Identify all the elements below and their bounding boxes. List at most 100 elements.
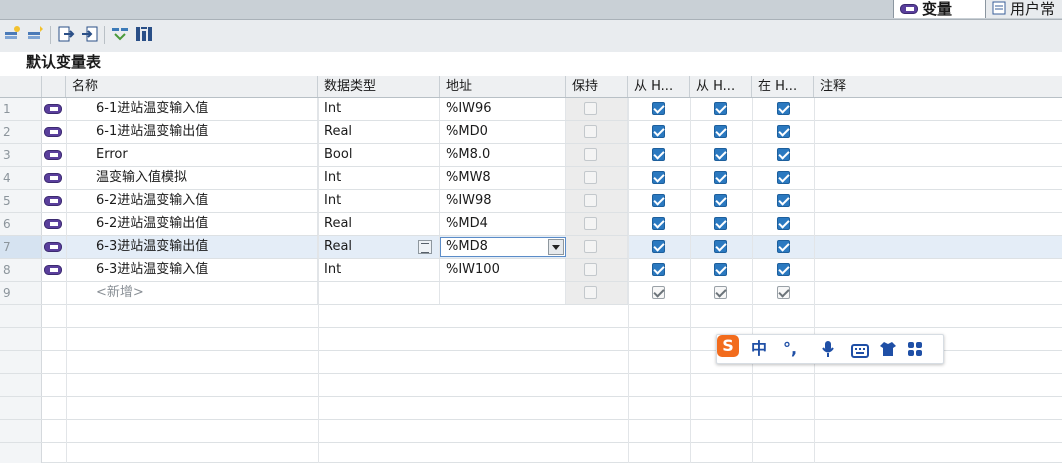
tag-address[interactable]: %MD4 [440, 213, 566, 235]
monitor-icon[interactable] [110, 24, 130, 44]
writable-from-hmi-checkbox[interactable] [714, 171, 727, 184]
tag-name[interactable]: 6-1进站温变输出值 [90, 121, 318, 143]
tag-datatype[interactable]: Int [318, 190, 440, 212]
accessible-from-hmi-checkbox[interactable] [652, 171, 665, 184]
writable-from-hmi-checkbox[interactable] [714, 263, 727, 276]
retain-checkbox[interactable] [584, 125, 597, 138]
tag-address[interactable]: %M8.0 [440, 144, 566, 166]
writable-from-hmi-checkbox[interactable] [714, 286, 727, 299]
tag-address[interactable]: %IW100 [440, 259, 566, 281]
retain-checkbox[interactable] [584, 194, 597, 207]
column-header-accessible-from-hmi[interactable]: 从 H... [628, 76, 690, 97]
accessible-from-hmi-checkbox[interactable] [652, 125, 665, 138]
tag-name[interactable]: 6-2进站温变输出值 [90, 213, 318, 235]
column-header-visible-in-hmi[interactable]: 在 H... [752, 76, 814, 97]
retain-checkbox[interactable] [584, 286, 597, 299]
visible-in-hmi-checkbox[interactable] [777, 217, 790, 230]
tag-datatype[interactable]: Int [318, 98, 440, 120]
ime-logo-icon[interactable]: S [717, 335, 739, 357]
visible-in-hmi-checkbox[interactable] [777, 102, 790, 115]
accessible-from-hmi-checkbox[interactable] [652, 194, 665, 207]
datatype-picker-button[interactable] [418, 240, 432, 254]
tag-datatype[interactable]: Int [318, 259, 440, 281]
tag-comment[interactable] [814, 98, 1062, 120]
tag-comment[interactable] [814, 259, 1062, 281]
column-header-datatype[interactable]: 数据类型 [318, 76, 440, 97]
retain-checkbox[interactable] [584, 240, 597, 253]
tag-name[interactable]: 6-1进站温变输入值 [90, 98, 318, 120]
tag-address[interactable] [440, 282, 566, 304]
table-row[interactable]: 8 6-3进站温变输入值 Int %IW100 [0, 259, 1062, 282]
tag-comment[interactable] [814, 167, 1062, 189]
accessible-from-hmi-checkbox[interactable] [652, 263, 665, 276]
tag-name[interactable]: 6-2进站温变输入值 [90, 190, 318, 212]
column-header-retain[interactable]: 保持 [566, 76, 628, 97]
address-edit-value[interactable]: %MD8 [446, 238, 488, 256]
writable-from-hmi-checkbox[interactable] [714, 194, 727, 207]
settings-icon[interactable] [134, 24, 154, 44]
tag-name[interactable]: 6-3进站温变输入值 [90, 259, 318, 281]
tag-datatype[interactable]: Int [318, 167, 440, 189]
visible-in-hmi-checkbox[interactable] [777, 171, 790, 184]
visible-in-hmi-checkbox[interactable] [777, 148, 790, 161]
writable-from-hmi-checkbox[interactable] [714, 217, 727, 230]
tag-address[interactable]: %IW98 [440, 190, 566, 212]
add-row-icon[interactable] [3, 24, 23, 44]
writable-from-hmi-checkbox[interactable] [714, 240, 727, 253]
tag-name[interactable]: 6-3进站温变输出值 [90, 236, 318, 258]
tag-address[interactable]: %IW96 [440, 98, 566, 120]
accessible-from-hmi-checkbox[interactable] [652, 286, 665, 299]
retain-checkbox[interactable] [584, 102, 597, 115]
export-icon[interactable] [56, 24, 76, 44]
table-row-new[interactable]: 9 <新增> [0, 282, 1062, 305]
accessible-from-hmi-checkbox[interactable] [652, 217, 665, 230]
visible-in-hmi-checkbox[interactable] [777, 286, 790, 299]
visible-in-hmi-checkbox[interactable] [777, 263, 790, 276]
retain-checkbox[interactable] [584, 148, 597, 161]
keyboard-icon[interactable] [851, 342, 869, 364]
accessible-from-hmi-checkbox[interactable] [652, 102, 665, 115]
tag-comment[interactable] [814, 144, 1062, 166]
table-row[interactable]: 5 6-2进站温变输入值 Int %IW98 [0, 190, 1062, 213]
add-new-tag[interactable]: <新增> [90, 282, 318, 304]
retain-checkbox[interactable] [584, 217, 597, 230]
tab-tags[interactable]: 变量 [893, 0, 989, 18]
writable-from-hmi-checkbox[interactable] [714, 102, 727, 115]
microphone-icon[interactable] [821, 340, 835, 364]
tag-name[interactable]: 温变输入值模拟 [90, 167, 318, 189]
tag-datatype[interactable]: Real [318, 121, 440, 143]
tag-datatype[interactable]: Bool [318, 144, 440, 166]
accessible-from-hmi-checkbox[interactable] [652, 148, 665, 161]
visible-in-hmi-checkbox[interactable] [777, 194, 790, 207]
tag-name[interactable]: Error [90, 144, 318, 166]
table-row[interactable]: 4 温变输入值模拟 Int %MW8 [0, 167, 1062, 190]
table-row[interactable]: 1 6-1进站温变输入值 Int %IW96 [0, 98, 1062, 121]
writable-from-hmi-checkbox[interactable] [714, 148, 727, 161]
visible-in-hmi-checkbox[interactable] [777, 240, 790, 253]
column-header-comment[interactable]: 注释 [814, 76, 1062, 97]
import-icon[interactable] [80, 24, 100, 44]
address-edit-field[interactable]: %MD8 [440, 237, 566, 257]
tag-comment[interactable] [814, 190, 1062, 212]
tag-comment[interactable] [814, 236, 1062, 258]
retain-checkbox[interactable] [584, 263, 597, 276]
table-row-selected[interactable]: 7 6-3进站温变输出值 Real %MD8 [0, 236, 1062, 259]
tag-comment[interactable] [814, 213, 1062, 235]
tag-datatype[interactable]: Real [318, 213, 440, 235]
tag-datatype[interactable] [318, 282, 440, 304]
table-row[interactable]: 6 6-2进站温变输出值 Real %MD4 [0, 213, 1062, 236]
skin-icon[interactable] [879, 341, 897, 363]
chevron-down-icon[interactable] [548, 239, 564, 255]
ime-toolbar[interactable]: S 中 °, [716, 334, 944, 364]
table-row[interactable]: 2 6-1进站温变输出值 Real %MD0 [0, 121, 1062, 144]
tag-address[interactable]: %MW8 [440, 167, 566, 189]
column-header-writable-from-hmi[interactable]: 从 H... [690, 76, 752, 97]
tag-address[interactable]: %MD0 [440, 121, 566, 143]
column-header-name[interactable]: 名称 [66, 76, 318, 97]
accessible-from-hmi-checkbox[interactable] [652, 240, 665, 253]
tab-user-constants[interactable]: 用户常 [985, 0, 1062, 18]
visible-in-hmi-checkbox[interactable] [777, 125, 790, 138]
insert-row-icon[interactable] [26, 24, 46, 44]
column-header-address[interactable]: 地址 [440, 76, 566, 97]
toolbox-icon[interactable] [907, 341, 923, 363]
